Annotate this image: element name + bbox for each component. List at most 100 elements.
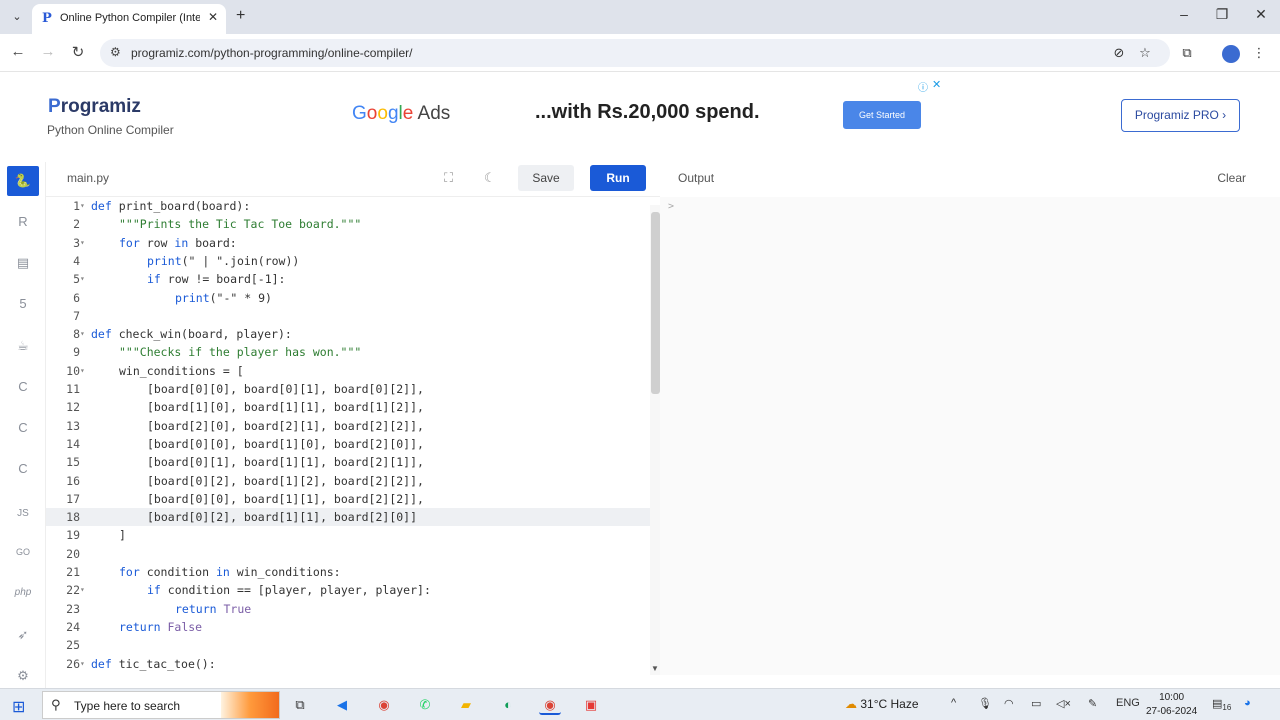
sql-language-icon[interactable]: ▤ bbox=[9, 249, 37, 277]
fold-arrow-icon[interactable]: ▾ bbox=[80, 197, 88, 215]
python-language-icon[interactable]: 🐍 bbox=[7, 166, 39, 196]
programiz-logo[interactable]: Programiz bbox=[48, 96, 141, 118]
code-editor[interactable]: 1 ▾ def print_board(board): 2 """Prints the … bbox=[46, 197, 650, 675]
java-language-icon[interactable]: ☕ bbox=[9, 332, 37, 360]
code-text[interactable]: [board[0][0], board[0][1], board[0][2]], bbox=[147, 380, 424, 398]
fold-arrow-icon[interactable]: ▾ bbox=[80, 234, 88, 252]
code-line[interactable]: 16 [board[0][2], board[1][2], board[2][2]… bbox=[46, 472, 650, 490]
maximize-icon[interactable]: ❐ bbox=[1212, 6, 1232, 23]
code-text[interactable]: if condition == [player, player, player]… bbox=[147, 581, 431, 599]
url-text[interactable]: programiz.com/python-programming/online-… bbox=[131, 46, 412, 60]
code-line[interactable]: 6 print("-" * 9) bbox=[46, 289, 650, 307]
code-text[interactable]: ] bbox=[119, 526, 126, 544]
ad-headline[interactable]: ...with Rs.20,000 spend. bbox=[535, 101, 760, 124]
code-line[interactable]: 24 return False bbox=[46, 618, 650, 636]
extensions-icon[interactable]: ⧉ bbox=[1178, 45, 1196, 61]
fold-arrow-icon[interactable]: ▾ bbox=[80, 325, 88, 343]
code-text[interactable]: [board[1][0], board[1][1], board[1][2]], bbox=[147, 398, 424, 416]
weather-widget[interactable]: ☁ 31°C Haze bbox=[845, 697, 919, 711]
code-text[interactable]: win_conditions = [ bbox=[119, 362, 244, 380]
programiz-pro-button[interactable]: Programiz PRO › bbox=[1121, 99, 1240, 132]
browser-tab[interactable]: P Online Python Compiler (Interp ✕ bbox=[32, 4, 226, 34]
window-close-icon[interactable]: ✕ bbox=[1251, 6, 1271, 23]
chrome-active-icon[interactable]: ◉ bbox=[539, 695, 561, 715]
run-button[interactable]: Run bbox=[590, 165, 646, 191]
fullscreen-icon[interactable]: ⛶ bbox=[444, 170, 453, 186]
code-line[interactable]: 22 ▾ if condition == [player, player, play… bbox=[46, 581, 650, 599]
file-explorer-icon[interactable]: ▰ bbox=[455, 695, 477, 715]
output-panel[interactable]: > bbox=[660, 197, 1280, 675]
pen-icon[interactable]: ✎ bbox=[1088, 697, 1097, 710]
fold-arrow-icon[interactable]: ▾ bbox=[80, 362, 88, 380]
c-language-icon[interactable]: C bbox=[9, 373, 37, 401]
code-line[interactable]: 2 """Prints the Tic Tac Toe board.""" bbox=[46, 215, 650, 233]
recorder-icon[interactable]: ▣ bbox=[580, 695, 602, 715]
profile-avatar[interactable] bbox=[1222, 45, 1240, 63]
url-omnibox[interactable]: ⚙ programiz.com/python-programming/onlin… bbox=[100, 39, 1170, 67]
save-button[interactable]: Save bbox=[518, 165, 574, 191]
whatsapp-icon[interactable]: ✆ bbox=[414, 695, 436, 715]
html-language-icon[interactable]: 5 bbox=[9, 290, 37, 318]
taskbar-search[interactable]: ⚲ Type here to search bbox=[42, 691, 280, 719]
clear-button[interactable]: Clear bbox=[1217, 171, 1246, 185]
code-line[interactable]: 17 [board[0][0], board[1][1], board[2][2]… bbox=[46, 490, 650, 508]
code-line[interactable]: 13 [board[2][0], board[2][1], board[2][2]… bbox=[46, 417, 650, 435]
code-text[interactable]: def check_win(board, player): bbox=[91, 325, 292, 343]
php-language-icon[interactable]: php bbox=[9, 579, 37, 607]
windows-start-icon[interactable]: ⊞ bbox=[12, 697, 25, 717]
code-text[interactable]: for condition in win_conditions: bbox=[119, 563, 341, 581]
code-text[interactable]: print("-" * 9) bbox=[175, 289, 272, 307]
code-text[interactable]: [board[0][0], board[1][1], board[2][2]], bbox=[147, 490, 424, 508]
battery-icon[interactable]: ▭ bbox=[1031, 697, 1041, 710]
rust-language-icon[interactable]: ⚙ bbox=[9, 662, 37, 690]
system-clock[interactable]: 10:00 27-06-2024 bbox=[1146, 691, 1197, 719]
tracking-blocked-icon[interactable]: ⊘ bbox=[1110, 45, 1128, 61]
code-text[interactable]: [board[0][2], board[1][2], board[2][2]], bbox=[147, 472, 424, 490]
code-line[interactable]: 19] bbox=[46, 526, 650, 544]
code-line[interactable]: 23 return True bbox=[46, 600, 650, 618]
js-language-icon[interactable]: JS bbox=[9, 500, 37, 528]
microphone-icon[interactable]: 🎙 bbox=[978, 697, 992, 710]
swift-language-icon[interactable]: ➶ bbox=[9, 621, 37, 649]
code-line[interactable]: 14 [board[0][0], board[1][0], board[2][0]… bbox=[46, 435, 650, 453]
tray-overflow-icon[interactable]: ^ bbox=[951, 697, 956, 709]
back-icon[interactable]: ← bbox=[8, 43, 28, 60]
notifications-icon[interactable]: ▤16 bbox=[1212, 697, 1231, 712]
code-text[interactable]: """Prints the Tic Tac Toe board.""" bbox=[119, 215, 361, 233]
copilot-icon[interactable]: ◕ bbox=[1244, 697, 1251, 709]
dark-mode-icon[interactable]: ☾ bbox=[484, 170, 496, 186]
code-line[interactable]: 3 ▾ for row in board: bbox=[46, 234, 650, 252]
editor-scroll-thumb[interactable] bbox=[651, 212, 660, 394]
browser-menu-icon[interactable]: ⋮ bbox=[1250, 45, 1268, 61]
code-line[interactable]: 4 print(" | ".join(row)) bbox=[46, 252, 650, 270]
ad-brand[interactable]: Google Ads bbox=[352, 103, 450, 125]
ad-close-icon[interactable]: ✕ bbox=[932, 78, 941, 91]
wifi-icon[interactable]: ◠ bbox=[1004, 697, 1014, 710]
tab-search-icon[interactable]: ⌄ bbox=[8, 8, 26, 26]
code-text[interactable]: for row in board: bbox=[119, 234, 237, 252]
ad-info-icon[interactable]: ⓘ bbox=[918, 79, 928, 94]
csharp-language-icon[interactable]: C bbox=[9, 455, 37, 483]
tab-close-icon[interactable]: ✕ bbox=[208, 10, 218, 24]
code-text[interactable]: def tic_tac_toe(): bbox=[91, 655, 216, 673]
fold-arrow-icon[interactable]: ▾ bbox=[80, 655, 88, 673]
code-line[interactable]: 12 [board[1][0], board[1][1], board[1][2]… bbox=[46, 398, 650, 416]
code-text[interactable]: [board[0][1], board[1][1], board[2][1]], bbox=[147, 453, 424, 471]
site-info-icon[interactable]: ⚙ bbox=[110, 45, 121, 59]
fold-arrow-icon[interactable]: ▾ bbox=[80, 581, 88, 599]
vscode-icon[interactable]: ◀ bbox=[331, 695, 353, 715]
code-line[interactable]: 5 ▾ if row != board[-1]: bbox=[46, 270, 650, 288]
code-line[interactable]: 21 for condition in win_conditions: bbox=[46, 563, 650, 581]
code-text[interactable]: def print_board(board): bbox=[91, 197, 250, 215]
code-text[interactable]: return False bbox=[119, 618, 202, 636]
code-text[interactable]: [board[0][2], board[1][1], board[2][0]] bbox=[147, 508, 417, 526]
ad-get-started-button[interactable]: Get Started bbox=[843, 101, 921, 129]
code-text[interactable]: """Checks if the player has won.""" bbox=[119, 343, 361, 361]
code-text[interactable]: [board[0][0], board[1][0], board[2][0]], bbox=[147, 435, 424, 453]
code-line[interactable]: 7 bbox=[46, 307, 650, 325]
reload-icon[interactable]: ↻ bbox=[68, 43, 88, 61]
code-line[interactable]: 11 [board[0][0], board[0][1], board[0][2]… bbox=[46, 380, 650, 398]
code-line[interactable]: 25 bbox=[46, 636, 650, 654]
code-line[interactable]: 8 ▾ def check_win(board, player): bbox=[46, 325, 650, 343]
r-language-icon[interactable]: R bbox=[9, 208, 37, 236]
